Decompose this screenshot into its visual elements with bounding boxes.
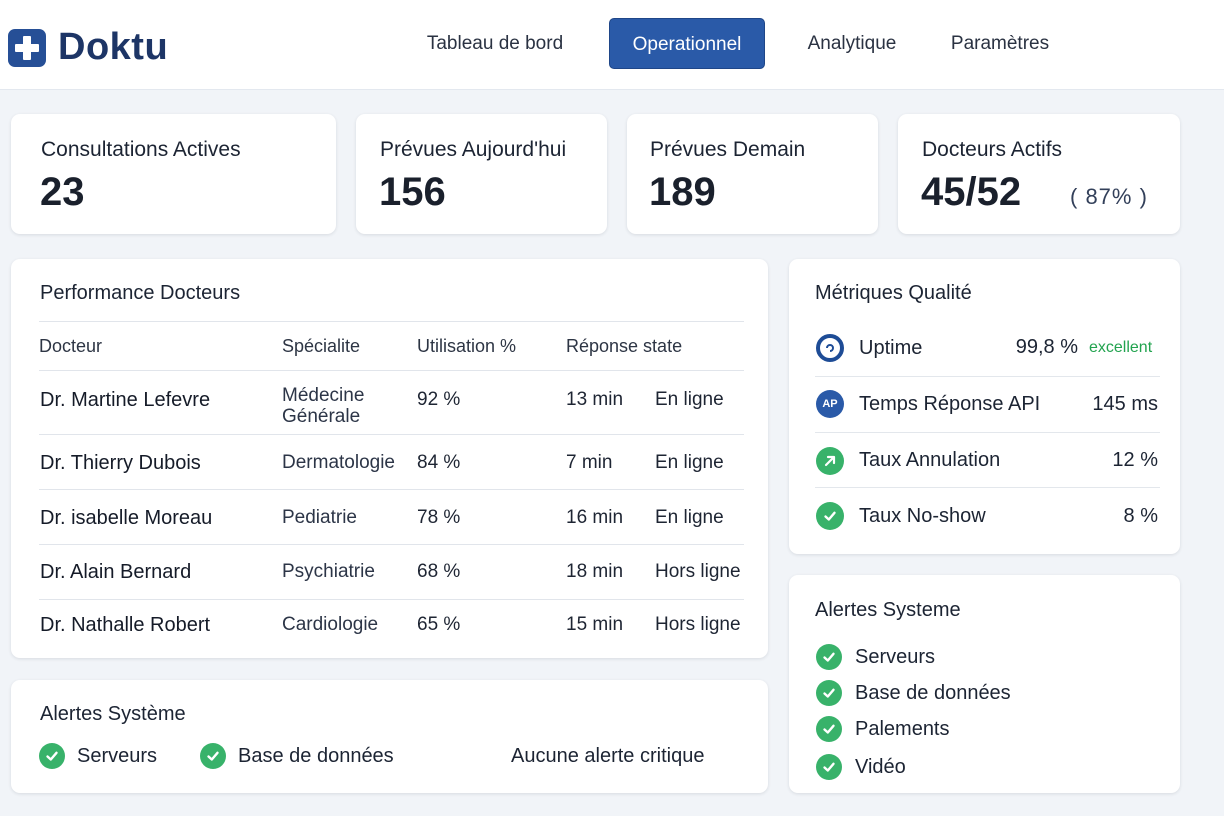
check-circle-icon <box>816 502 844 530</box>
metric-status-tag: excellent <box>1089 339 1153 356</box>
panel-title: Performance Docteurs <box>40 282 241 304</box>
alert-item-label: Base de données <box>855 682 1011 704</box>
panel-title: Alertes Système <box>40 703 186 725</box>
doctor-utilisation: 92 % <box>417 389 461 410</box>
doctor-response-time: 18 min <box>566 561 624 582</box>
stat-value: 156 <box>379 170 446 214</box>
metric-label: Taux Annulation <box>859 449 1001 471</box>
doctor-specialty: Dermatologie <box>282 452 395 473</box>
system-alerts-summary-panel: Alertes Système Serveurs Base de données… <box>11 680 768 793</box>
doctor-specialty: Cardiologie <box>282 614 379 635</box>
specialty-line: Médecine <box>282 385 365 406</box>
divider <box>39 489 744 490</box>
panel-title: Alertes Systeme <box>815 599 961 621</box>
stat-value: 45/52 <box>921 170 1022 214</box>
divider <box>39 599 744 600</box>
stat-value: 23 <box>40 170 85 214</box>
divider <box>39 544 744 545</box>
stat-card-docteurs-actifs: Docteurs Actifs 45/52 ( 87% ) <box>898 114 1180 234</box>
check-circle-icon <box>816 716 842 742</box>
alert-status-text: Aucune alerte critique <box>511 745 705 767</box>
app-logo[interactable]: Doktu <box>8 26 168 69</box>
divider <box>39 434 744 435</box>
alert-item-label: Base de données <box>238 745 394 767</box>
check-circle-icon <box>816 644 842 670</box>
metric-value: 145 ms <box>1092 393 1158 415</box>
divider <box>39 370 744 371</box>
stat-card-consultations-actives: Consultations Actives 23 <box>11 114 336 234</box>
check-circle-icon <box>39 743 65 769</box>
metric-label: Taux No-show <box>859 505 986 527</box>
doctor-specialty: Pediatrie <box>282 507 357 528</box>
stat-card-prevues-demain: Prévues Demain 189 <box>627 114 878 234</box>
metric-value: 99,8 % <box>1015 336 1078 358</box>
stat-label: Prévues Aujourd'hui <box>380 138 567 161</box>
doctor-specialty: Médecine Générale <box>282 385 364 427</box>
doctor-status: En ligne <box>655 507 724 528</box>
nav-operationnel[interactable]: Operationnel <box>609 18 765 69</box>
doctor-name: Dr. Thierry Dubois <box>40 452 201 474</box>
specialty-line: Générale <box>282 406 361 427</box>
divider <box>815 376 1160 377</box>
column-header-utilisation[interactable]: Utilisation % <box>417 336 516 357</box>
doctor-utilisation: 84 % <box>417 452 461 473</box>
check-circle-icon <box>816 680 842 706</box>
check-circle-icon <box>816 754 842 780</box>
alert-item-label: Vidéo <box>855 756 906 778</box>
stat-value: 189 <box>649 170 716 214</box>
stat-label: Docteurs Actifs <box>922 138 1063 161</box>
uptime-icon <box>816 334 844 362</box>
alert-item-label: Serveurs <box>77 745 158 767</box>
nav-tableau-de-bord[interactable]: Tableau de bord <box>400 18 590 69</box>
doctor-response-time: 15 min <box>566 614 624 635</box>
metric-value: 8 % <box>1123 505 1158 527</box>
quality-metrics-panel: Métriques Qualité Uptime 99,8 % excellen… <box>789 259 1180 554</box>
doctor-status: En ligne <box>655 452 724 473</box>
top-header: Doktu Tableau de bord Operationnel Analy… <box>0 0 1224 90</box>
metric-label: Uptime <box>859 337 923 359</box>
doctor-status: Hors ligne <box>655 614 741 635</box>
doctor-name: Dr. Martine Lefevre <box>40 389 211 411</box>
doctor-utilisation: 68 % <box>417 561 461 582</box>
column-header-reponse[interactable]: Réponse state <box>566 336 682 357</box>
stat-card-prevues-aujourdhui: Prévues Aujourd'hui 156 <box>356 114 607 234</box>
stat-label: Consultations Actives <box>41 138 241 161</box>
divider <box>815 432 1160 433</box>
arrow-up-right-icon <box>816 447 844 475</box>
doctor-performance-panel: Performance Docteurs Docteur Spécialite … <box>11 259 768 658</box>
doctor-specialty: Psychiatrie <box>282 561 375 582</box>
stat-percentage: ( 87% ) <box>1070 184 1148 209</box>
nav-analytique[interactable]: Analytique <box>786 18 918 69</box>
nav-parametres[interactable]: Paramètres <box>930 18 1070 69</box>
divider <box>39 321 744 322</box>
column-header-specialite[interactable]: Spécialite <box>282 336 360 357</box>
doctor-name: Dr. Alain Bernard <box>40 561 192 583</box>
alert-item-label: Serveurs <box>855 646 936 668</box>
stat-label: Prévues Demain <box>650 138 806 161</box>
doctor-utilisation: 78 % <box>417 507 461 528</box>
check-circle-icon <box>200 743 226 769</box>
medical-cross-icon <box>8 28 46 67</box>
alert-item-label: Palements <box>855 718 950 740</box>
doctor-response-time: 13 min <box>566 389 624 410</box>
doctor-status: En ligne <box>655 389 724 410</box>
panel-title: Métriques Qualité <box>815 282 972 304</box>
doctor-response-time: 7 min <box>566 452 613 473</box>
doctor-utilisation: 65 % <box>417 614 461 635</box>
divider <box>815 487 1160 488</box>
doctor-status: Hors ligne <box>655 561 741 582</box>
doctor-name: Dr. Nathalle Robert <box>40 614 211 636</box>
metric-label: Temps Réponse API <box>859 393 1041 415</box>
metric-value: 12 % <box>1112 449 1158 471</box>
system-alerts-panel: Alertes Systeme Serveurs Base de données… <box>789 575 1180 793</box>
app-name: Doktu <box>58 26 169 68</box>
api-icon: AP <box>816 390 844 418</box>
doctor-name: Dr. isabelle Moreau <box>40 507 213 529</box>
doctor-response-time: 16 min <box>566 507 624 528</box>
column-header-docteur[interactable]: Docteur <box>39 336 102 357</box>
